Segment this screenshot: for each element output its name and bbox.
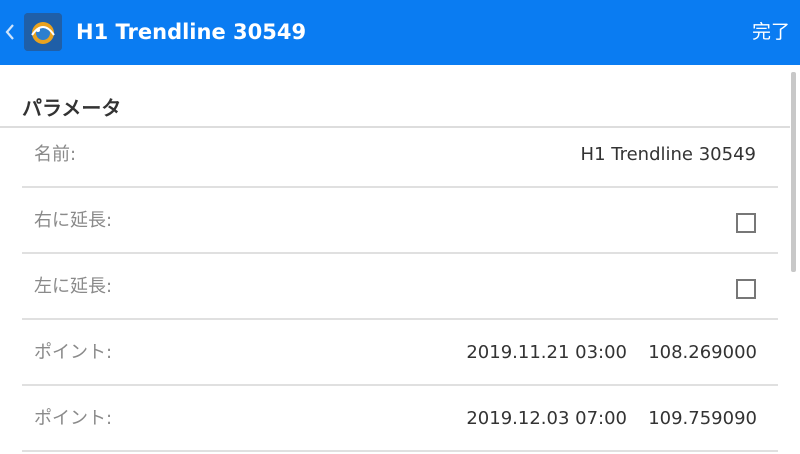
name-label: 名前:	[34, 144, 77, 165]
point-2-label: ポイント:	[34, 408, 113, 429]
extend-left-label: 左に延長:	[34, 276, 113, 297]
done-button[interactable]: 完了	[752, 18, 790, 46]
extend-left-row[interactable]: 左に延長:	[22, 260, 778, 320]
point-row-2[interactable]: ポイント: 2019.12.03 07:00 109.759090	[22, 392, 778, 452]
chevron-left-icon[interactable]	[4, 22, 16, 42]
point-2-datetime[interactable]: 2019.12.03 07:00	[466, 406, 627, 432]
point-1-label: ポイント:	[34, 342, 113, 363]
section-title-parameters: パラメータ	[22, 96, 122, 120]
extend-left-checkbox[interactable]	[736, 279, 756, 299]
app-logo-icon[interactable]	[24, 13, 62, 51]
title-bar: H1 Trendline 30549 完了	[0, 0, 800, 65]
point-2-price[interactable]: 109.759090	[648, 406, 757, 432]
extend-right-checkbox[interactable]	[736, 213, 756, 233]
extend-right-label: 右に延長:	[34, 210, 113, 231]
point-1-price[interactable]: 108.269000	[648, 340, 757, 366]
point-row-1[interactable]: ポイント: 2019.11.21 03:00 108.269000	[22, 326, 778, 386]
extend-right-row[interactable]: 右に延長:	[22, 194, 778, 254]
name-row[interactable]: 名前: H1 Trendline 30549	[22, 128, 778, 188]
trendline-properties-screen: H1 Trendline 30549 完了 パラメータ 名前: H1 Trend…	[0, 0, 800, 454]
vertical-scrollbar[interactable]	[791, 72, 796, 272]
name-value[interactable]: H1 Trendline 30549	[581, 142, 756, 168]
point-1-datetime[interactable]: 2019.11.21 03:00	[466, 340, 627, 366]
window-title: H1 Trendline 30549	[76, 20, 307, 44]
